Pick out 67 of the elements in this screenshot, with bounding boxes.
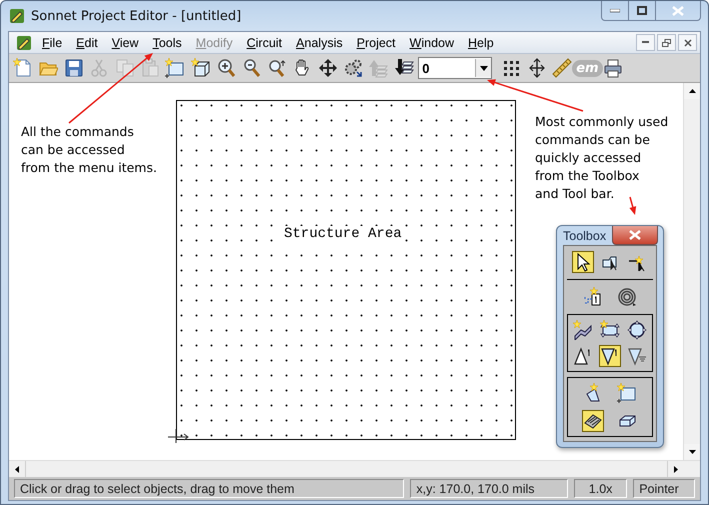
four-arrows-icon[interactable] (318, 58, 338, 78)
mode-readout: Pointer (633, 479, 695, 498)
magnifier-icon[interactable] (266, 58, 287, 78)
up-arrow-icon (688, 89, 696, 93)
down-arrow-icon (688, 450, 696, 454)
dot-grid-icon[interactable] (501, 58, 522, 78)
tool-button[interactable] (599, 345, 621, 367)
dropdown-icon (480, 66, 488, 70)
app-icon (9, 8, 25, 24)
minimize-icon (642, 41, 649, 44)
circle-handles-icon (627, 320, 647, 340)
menu-item[interactable]: Circuit (240, 34, 290, 52)
menu-item[interactable]: Tools (146, 34, 189, 52)
spiral-icon (617, 287, 637, 307)
minimize-button[interactable] (601, 1, 629, 21)
right-arrow-icon (674, 466, 678, 472)
annotation-arrow (629, 196, 636, 215)
crosshair-arrows-icon[interactable] (526, 58, 547, 78)
shape-handles-icon (600, 320, 620, 340)
app-icon[interactable] (16, 34, 32, 50)
close-button[interactable] (612, 226, 658, 245)
menu-item[interactable]: File (35, 34, 70, 52)
menu-item[interactable]: Edit (69, 34, 105, 52)
annotation-text: All the commands can be accessed from the menu items. (21, 123, 157, 177)
ruler-icon[interactable] (552, 58, 572, 78)
close-icon (684, 38, 692, 46)
tool-button[interactable] (572, 319, 594, 341)
menu-item[interactable]: Analysis (289, 34, 350, 52)
zoom-out-icon[interactable] (242, 58, 262, 78)
left-arrow-icon (15, 466, 19, 472)
new-document-icon[interactable] (13, 58, 33, 78)
maximize-button[interactable] (629, 1, 656, 21)
annotation-text: Most commonly used commands can be quickly accessed from the Toolbox and Tool bar. (535, 113, 668, 203)
printer-icon[interactable] (602, 58, 623, 78)
add-box-icon[interactable] (190, 58, 211, 78)
minimize-button[interactable] (636, 34, 655, 51)
add-rectangle-icon[interactable] (165, 58, 186, 78)
tool-button[interactable] (572, 251, 594, 273)
structure-label: Structure Area (282, 226, 404, 242)
status-message: Click or drag to select objects, drag to move them (14, 479, 404, 498)
minimize-icon (610, 8, 620, 12)
add-rectangle-icon (617, 383, 637, 403)
close-icon (629, 230, 641, 240)
vertical-scrollbar[interactable] (683, 83, 700, 460)
coordinates-readout: x,y: 170.0, 170.0 mils (410, 479, 568, 498)
tool-button[interactable] (626, 319, 648, 341)
close-button[interactable] (656, 1, 701, 21)
ground-triangle-icon (627, 346, 647, 366)
metal-strip-icon (573, 320, 593, 340)
window-title: Sonnet Project Editor - [untitled] (31, 8, 242, 24)
origin-cross-icon (168, 429, 190, 443)
level-field[interactable]: 0 (418, 57, 492, 79)
zoom-readout: 1.0x (574, 479, 628, 498)
close-button[interactable] (678, 34, 697, 51)
close-icon (672, 6, 684, 16)
menu-item[interactable]: View (104, 34, 146, 52)
zoom-in-icon[interactable] (216, 58, 236, 78)
maximize-icon (637, 6, 647, 15)
restore-icon (662, 38, 671, 46)
tool-button[interactable] (582, 410, 604, 432)
port-icon (583, 287, 603, 307)
menu-item[interactable]: Window (402, 34, 462, 52)
menu-item[interactable]: Project (350, 34, 403, 52)
gears-icon[interactable] (343, 58, 364, 78)
restore-button[interactable] (657, 34, 676, 51)
toolbox-title: Toolbox (563, 228, 608, 242)
menu-item[interactable]: Help (461, 34, 501, 52)
